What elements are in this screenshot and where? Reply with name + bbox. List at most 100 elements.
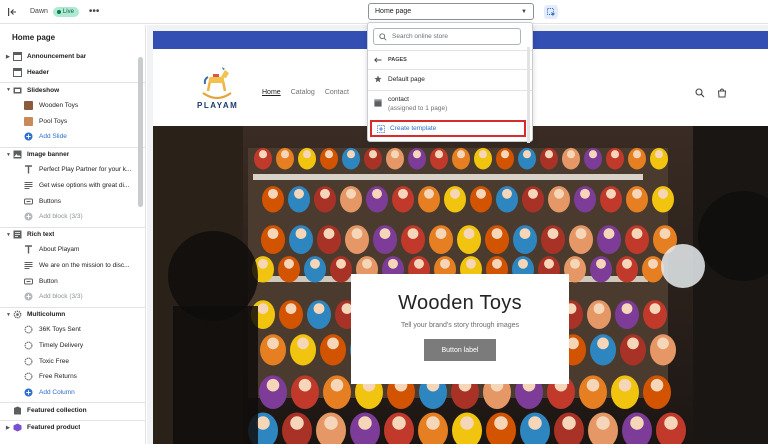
add-block-button[interactable]: Add Slide bbox=[0, 129, 145, 145]
block-item[interactable]: Timely Delivery bbox=[0, 338, 145, 354]
block-item[interactable]: Perfect Play Partner for your k... bbox=[0, 162, 145, 178]
chevron-down-icon[interactable]: ▼ bbox=[6, 87, 11, 93]
doll-face bbox=[494, 416, 508, 430]
block-label: Wooden Toys bbox=[39, 102, 79, 110]
section-label: Announcement bar bbox=[27, 53, 87, 61]
doll-face bbox=[586, 378, 600, 392]
search-icon[interactable] bbox=[695, 88, 705, 98]
divider bbox=[368, 50, 532, 51]
block-item[interactable]: Wooden Toys bbox=[0, 98, 145, 114]
more-actions-button[interactable]: ••• bbox=[89, 6, 100, 17]
chevron-right-icon[interactable]: ▶ bbox=[6, 54, 10, 60]
block-item[interactable]: Get wise options with great di... bbox=[0, 178, 145, 194]
doll-face bbox=[295, 228, 307, 239]
doll-face bbox=[302, 150, 312, 159]
chevron-right-icon[interactable]: ▶ bbox=[6, 425, 10, 431]
section-rich-text[interactable]: ▼ Rich text bbox=[0, 226, 145, 243]
section-label: Image banner bbox=[27, 151, 70, 159]
page-selector[interactable]: Home page ▼ bbox=[368, 3, 534, 20]
nav-link-contact[interactable]: Contact bbox=[325, 89, 349, 96]
chevron-down-icon[interactable]: ▼ bbox=[6, 152, 11, 158]
back-to-pages-button[interactable]: PAGES bbox=[374, 57, 407, 63]
dropdown-scrollbar[interactable] bbox=[527, 47, 530, 143]
template-option-default[interactable]: Default page bbox=[374, 75, 425, 83]
block-label: Add Column bbox=[39, 388, 75, 396]
doll-face bbox=[593, 303, 605, 314]
doll-face bbox=[323, 228, 335, 239]
divider bbox=[368, 69, 532, 70]
plus-circle-icon bbox=[24, 292, 33, 301]
hero-content-card: Wooden Toys Tell your brand's story thro… bbox=[351, 274, 569, 384]
section-image-banner[interactable]: ▼ Image banner bbox=[0, 146, 145, 163]
section-label: Rich text bbox=[27, 231, 55, 239]
doll-face bbox=[562, 416, 576, 430]
section-announcement-bar[interactable]: ▶ Announcement bar bbox=[0, 49, 145, 65]
doll-face bbox=[460, 416, 474, 430]
doll-face bbox=[650, 378, 664, 392]
doll-face bbox=[267, 228, 279, 239]
paragraph-icon bbox=[24, 261, 33, 270]
slideshow-icon bbox=[13, 86, 22, 95]
doll-face bbox=[284, 258, 294, 269]
chevron-down-icon[interactable]: ▼ bbox=[6, 312, 11, 318]
paragraph-icon bbox=[24, 181, 33, 190]
doll-face bbox=[657, 337, 669, 350]
hero-button[interactable]: Button label bbox=[424, 339, 496, 361]
exit-button[interactable] bbox=[0, 0, 24, 24]
block-item[interactable]: Free Returns bbox=[0, 369, 145, 385]
doll-face bbox=[654, 150, 664, 159]
doll-face bbox=[478, 150, 488, 159]
star-icon bbox=[374, 75, 382, 83]
section-featured-product[interactable]: ▶ Featured product bbox=[0, 419, 145, 436]
section-multicolumn[interactable]: ▼ Multicolumn bbox=[0, 306, 145, 323]
block-label: Add block (3/3) bbox=[39, 293, 83, 301]
gear-icon bbox=[13, 310, 22, 319]
section-slideshow[interactable]: ▼ Slideshow bbox=[0, 82, 145, 98]
doll-face bbox=[398, 188, 408, 199]
doll-face bbox=[435, 228, 447, 239]
image-thumbnail bbox=[24, 101, 33, 111]
block-item[interactable]: About Playam bbox=[0, 242, 145, 258]
template-option-contact[interactable]: contact (assigned to 1 page) bbox=[374, 96, 447, 114]
block-item[interactable]: 36K Toys Sent bbox=[0, 322, 145, 338]
doll-face bbox=[424, 188, 434, 199]
nav-link-catalog[interactable]: Catalog bbox=[291, 89, 315, 96]
store-nav: Home Catalog Contact bbox=[262, 89, 349, 96]
block-item[interactable]: Button bbox=[0, 273, 145, 289]
doll-face bbox=[313, 303, 325, 314]
create-template-button[interactable]: Create template bbox=[370, 120, 526, 137]
dropdown-search-input[interactable]: Search online store bbox=[373, 28, 521, 45]
doll-face bbox=[632, 150, 642, 159]
inspector-toggle-button[interactable] bbox=[544, 5, 558, 19]
section-header[interactable]: Header bbox=[0, 65, 145, 81]
section-label: Featured product bbox=[27, 424, 81, 432]
doll-face bbox=[298, 378, 312, 392]
sidebar-scrollbar[interactable] bbox=[138, 57, 143, 207]
doll-face bbox=[358, 416, 372, 430]
cart-icon[interactable] bbox=[717, 88, 727, 98]
search-icon bbox=[379, 32, 387, 41]
doll-face bbox=[547, 228, 559, 239]
block-item[interactable]: We are on the mission to disc... bbox=[0, 258, 145, 274]
template-option-label: contact bbox=[388, 96, 409, 103]
block-label: 36K Toys Sent bbox=[39, 326, 81, 334]
hero-slideshow[interactable]: Wooden Toys Tell your brand's story thro… bbox=[153, 126, 768, 444]
doll-face bbox=[426, 416, 440, 430]
doll-face bbox=[621, 303, 633, 314]
doll-face bbox=[346, 150, 356, 159]
block-item[interactable]: Toxic Free bbox=[0, 353, 145, 369]
doll-face bbox=[649, 303, 661, 314]
block-item[interactable]: Pool Toys bbox=[0, 113, 145, 129]
button-icon bbox=[24, 277, 33, 286]
doll-face bbox=[310, 258, 320, 269]
dropdown-group-label: PAGES bbox=[388, 57, 407, 63]
nav-link-home[interactable]: Home bbox=[262, 89, 281, 96]
add-block-button[interactable]: Add Column bbox=[0, 384, 145, 400]
template-icon bbox=[374, 99, 382, 107]
doll-face bbox=[476, 188, 486, 199]
section-featured-collection[interactable]: Featured collection bbox=[0, 402, 145, 418]
block-item[interactable]: Buttons bbox=[0, 193, 145, 209]
plus-circle-icon bbox=[24, 132, 33, 141]
chevron-down-icon[interactable]: ▼ bbox=[6, 232, 11, 238]
block-label: Buttons bbox=[39, 197, 62, 205]
